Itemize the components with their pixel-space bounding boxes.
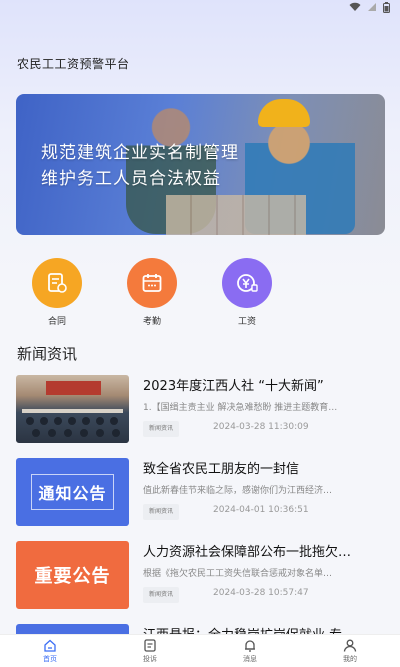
tab-label: 消息 [243,654,257,663]
tab-messages[interactable]: 消息 [200,635,300,667]
user-icon [343,639,357,652]
tab-label: 首页 [43,654,57,663]
thumbnail-text: 通知公告 [38,484,107,503]
news-title: 致全省农民工朋友的一封信 [143,462,300,477]
news-date: 2024-03-28 10:57:47 [213,588,309,598]
news-item[interactable]: 2023年度江西人社 “十大新闻” 1.【国缉主责主业 解决急难愁盼 推进主题教… [16,375,386,443]
banner-headline: 规范建筑企业实名制管理 [41,143,239,163]
news-title: 2023年度江西人社 “十大新闻” [143,379,324,394]
news-description: 值此新春佳节来临之际，感谢你们为江西经济… [143,486,333,496]
news-title: 人力资源社会保障部公布一批拖欠… [143,545,352,560]
quick-action-contract[interactable]: 合同 [27,258,87,327]
news-thumbnail [16,375,129,443]
bricks-image [166,195,306,235]
wage-icon [222,258,272,308]
quick-action-attendance[interactable]: 考勤 [122,258,182,327]
news-date: 2024-04-01 10:36:51 [213,505,309,515]
tab-label: 我的 [343,654,357,663]
news-item[interactable]: 通知公告 致全省农民工朋友的一封信 值此新春佳节来临之际，感谢你们为江西经济… … [16,458,386,526]
bottom-tab-bar: 首页 投诉 消息 我的 [0,634,400,667]
quick-action-wage[interactable]: 工资 [217,258,277,327]
bell-icon [245,639,255,652]
quick-action-label: 考勤 [142,317,161,327]
wifi-icon [349,2,361,11]
thumbnail-text: 重要公告 [34,566,111,587]
news-description: 根据《拖欠农民工工资失信联合惩戒对象名单… [143,569,333,579]
quick-action-label: 合同 [47,317,66,327]
news-thumbnail: 通知公告 [16,458,129,526]
quick-action-label: 工资 [237,317,256,327]
news-section-title: 新闻资讯 [17,345,78,363]
news-item[interactable]: 重要公告 人力资源社会保障部公布一批拖欠… 根据《拖欠农民工工资失信联合惩戒对象… [16,541,386,609]
news-date: 2024-03-28 11:30:09 [213,422,309,432]
tab-label: 投诉 [143,654,157,663]
news-tag: 新闻资讯 [143,421,180,437]
news-description: 1.【国缉主责主业 解决急难愁盼 推进主题教育… [143,403,338,413]
banner-subheadline: 维护务工人员合法权益 [41,169,221,189]
news-thumbnail: 重要公告 [16,541,129,609]
banner[interactable]: 规范建筑企业实名制管理 维护务工人员合法权益 [16,94,385,235]
tab-profile[interactable]: 我的 [300,635,400,667]
app-title: 农民工工资预警平台 [17,57,130,71]
status-bar [0,0,400,14]
home-icon [44,639,56,652]
news-tag: 新闻资讯 [143,504,180,520]
tab-home[interactable]: 首页 [0,635,100,667]
contract-icon [32,258,82,308]
quick-actions: 合同 考勤 工资 [0,258,400,328]
news-tag: 新闻资讯 [143,587,180,603]
complaint-icon [144,638,156,652]
tab-complaint[interactable]: 投诉 [100,635,200,667]
battery-icon [383,1,390,13]
calendar-icon [127,258,177,308]
signal-icon [368,3,376,11]
meeting-photo [22,381,123,437]
